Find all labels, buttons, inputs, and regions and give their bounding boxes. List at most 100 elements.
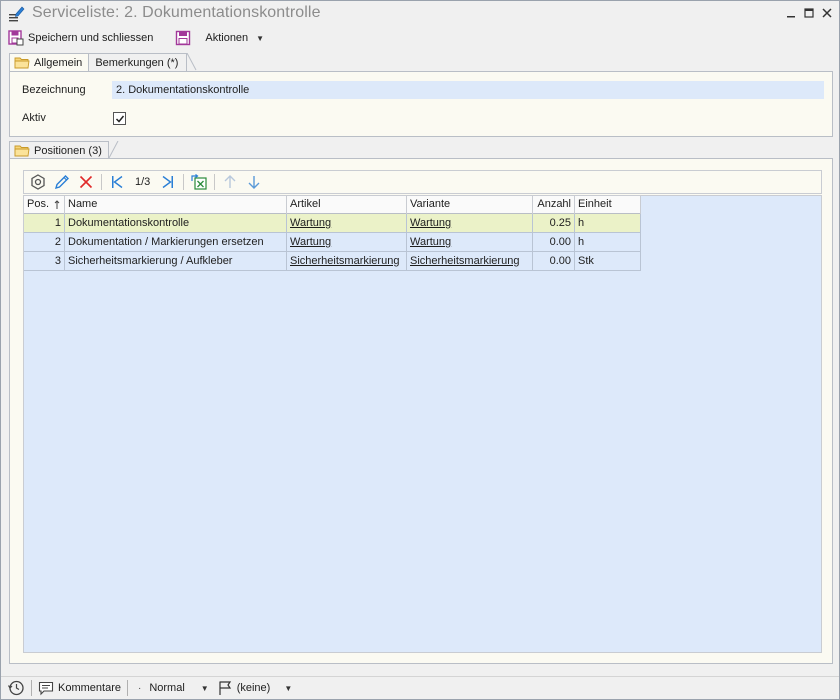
statusbar-separator: [31, 680, 32, 696]
toolbar-separator: [101, 174, 102, 190]
cell-pos: 2: [24, 233, 65, 252]
table-row[interactable]: 1 Dokumentationskontrolle Wartung Wartun…: [24, 214, 641, 233]
last-record-icon: [162, 175, 174, 189]
chevron-down-icon: ▼: [200, 683, 209, 693]
title-bar: Serviceliste: 2. Dokumentationskontrolle: [1, 1, 839, 27]
cell-einheit: h: [575, 233, 641, 252]
priority-label: Normal: [149, 682, 185, 694]
cell-einheit: h: [575, 214, 641, 233]
move-down-button[interactable]: [242, 171, 266, 193]
priority-dropdown[interactable]: · Normal ▼: [134, 678, 213, 698]
save-button[interactable]: [171, 28, 195, 48]
cell-anzahl: 0.00: [533, 233, 575, 252]
maximize-button[interactable]: [801, 5, 817, 21]
flag-label: (keine): [236, 682, 271, 694]
save-icon: [176, 30, 191, 46]
minimize-icon: [787, 16, 795, 18]
cell-name: Sicherheitsmarkierung / Aufkleber: [65, 252, 287, 271]
tab-slant-decoration: [187, 53, 197, 71]
table-row[interactable]: 3 Sicherheitsmarkierung / Aufkleber Sich…: [24, 252, 641, 271]
cell-artikel-link[interactable]: Sicherheitsmarkierung: [287, 252, 407, 271]
save-close-button[interactable]: Speichern und schliessen: [4, 28, 157, 48]
top-tabstrip: Allgemein Bemerkungen (*): [9, 53, 197, 71]
cell-variante-link[interactable]: Wartung: [407, 214, 533, 233]
delete-button[interactable]: [74, 171, 98, 193]
minimize-button[interactable]: [783, 5, 799, 21]
cell-variante-link[interactable]: Sicherheitsmarkierung: [407, 252, 533, 271]
history-clock-icon: [7, 680, 24, 696]
actions-menu-button[interactable]: Aktionen ▼: [201, 28, 268, 48]
checkmark-icon: [115, 115, 124, 123]
cell-einheit: Stk: [575, 252, 641, 271]
export-excel-button[interactable]: [187, 171, 211, 193]
status-bar: Kommentare · Normal ▼ (keine) ▼: [1, 676, 839, 699]
cell-pos: 1: [24, 214, 65, 233]
aktiv-label: Aktiv: [22, 112, 46, 124]
cell-anzahl: 0.25: [533, 214, 575, 233]
toolbar-separator: [214, 174, 216, 190]
tab-allgemein-label: Allgemein: [34, 56, 83, 69]
column-header-pos[interactable]: Pos.: [24, 196, 65, 214]
cell-variante-link[interactable]: Wartung: [407, 233, 533, 252]
aktiv-checkbox[interactable]: [113, 112, 126, 125]
close-button[interactable]: [819, 5, 835, 21]
actions-label: Aktionen: [205, 32, 249, 44]
save-close-label: Speichern und schliessen: [28, 32, 154, 44]
comments-label: Kommentare: [58, 682, 121, 694]
cell-anzahl: 0.00: [533, 252, 575, 271]
tab-bemerkungen[interactable]: Bemerkungen (*): [88, 53, 188, 71]
cell-pos: 3: [24, 252, 65, 271]
last-record-button[interactable]: [156, 171, 180, 193]
column-header-artikel[interactable]: Artikel: [287, 196, 407, 214]
hexagon-gear-icon: [31, 174, 45, 190]
delete-x-icon: [79, 175, 93, 189]
settings-button[interactable]: [26, 171, 50, 193]
positions-panel: 1/3 Pos. Name Artikel Variante Anzahl Ei…: [9, 158, 833, 664]
grid-toolbar: 1/3: [23, 170, 822, 194]
cell-name: Dokumentationskontrolle: [65, 214, 287, 233]
bezeichnung-field[interactable]: 2. Dokumentationskontrolle: [112, 81, 824, 99]
column-header-variante[interactable]: Variante: [407, 196, 533, 214]
edit-list-icon: [9, 6, 25, 22]
move-up-button[interactable]: [218, 171, 242, 193]
sort-ascending-icon: [54, 200, 60, 209]
first-record-button[interactable]: [105, 171, 129, 193]
pencil-icon: [54, 175, 69, 190]
bezeichnung-label: Bezeichnung: [22, 84, 86, 96]
first-record-icon: [112, 175, 123, 189]
save-close-icon: [8, 30, 24, 46]
grid-header: Pos. Name Artikel Variante Anzahl Einhei…: [24, 196, 641, 214]
history-button[interactable]: [3, 678, 29, 698]
service-list-window: Serviceliste: 2. Dokumentationskontrolle…: [0, 0, 840, 700]
column-header-name[interactable]: Name: [65, 196, 287, 214]
chevron-down-icon: ▼: [256, 33, 265, 43]
close-icon: [822, 8, 832, 18]
window-title: Serviceliste: 2. Dokumentationskontrolle: [32, 4, 321, 21]
column-header-pos-label: Pos.: [27, 198, 50, 210]
page-indicator: 1/3: [135, 176, 151, 188]
window-controls: [783, 5, 835, 21]
tab-bemerkungen-label: Bemerkungen (*): [95, 56, 179, 69]
positions-tabstrip: Positionen (3): [9, 141, 119, 159]
folder-icon: [14, 57, 30, 69]
tab-positionen[interactable]: Positionen (3): [9, 141, 109, 159]
column-header-anzahl[interactable]: Anzahl: [533, 196, 575, 214]
cell-artikel-link[interactable]: Wartung: [287, 233, 407, 252]
main-toolbar: Speichern und schliessen Aktionen ▼: [1, 27, 839, 49]
cell-artikel-link[interactable]: Wartung: [287, 214, 407, 233]
arrow-down-icon: [248, 176, 260, 189]
comment-icon: [38, 681, 54, 696]
table-row[interactable]: 2 Dokumentation / Markierungen ersetzen …: [24, 233, 641, 252]
flag-icon: [219, 681, 231, 695]
chevron-down-icon: ▼: [284, 683, 293, 693]
excel-export-icon: [191, 174, 207, 190]
column-header-einheit[interactable]: Einheit: [575, 196, 641, 214]
tab-slant-decoration: [108, 141, 119, 159]
priority-dot-icon: ·: [137, 682, 142, 694]
arrow-up-icon: [224, 175, 236, 188]
tab-allgemein[interactable]: Allgemein: [9, 53, 90, 71]
comments-button[interactable]: Kommentare: [34, 678, 125, 698]
positions-grid: Pos. Name Artikel Variante Anzahl Einhei…: [23, 195, 822, 653]
flag-dropdown[interactable]: (keine) ▼: [213, 678, 297, 698]
edit-button[interactable]: [50, 171, 74, 193]
